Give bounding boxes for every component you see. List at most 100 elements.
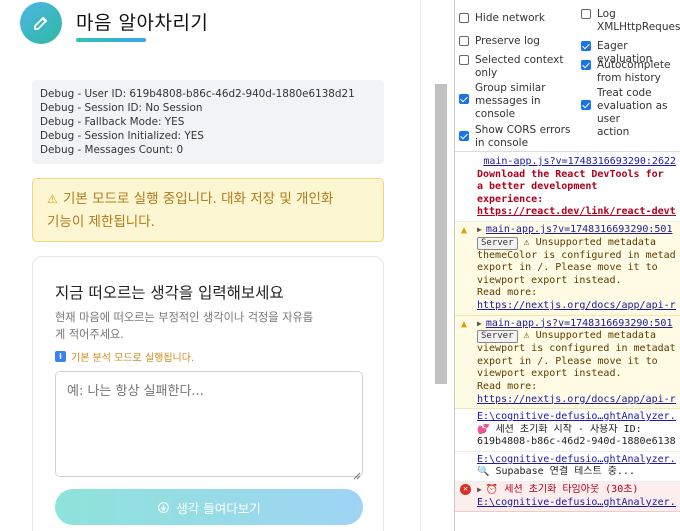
log-link[interactable]: https://nextjs.org/docs/app/api-referenc… [477, 394, 676, 407]
checkbox-checked[interactable] [581, 41, 591, 51]
debug-panel: Debug - User ID: 619b4808-b86c-46d2-940d… [32, 80, 384, 164]
card-description-line: 게 적어주세요. [55, 328, 124, 341]
warning-text-1: 기본 모드로 실행 중입니다. 대화 저장 및 개인화 [63, 191, 334, 207]
compass-icon [157, 501, 170, 514]
option-show-cors[interactable]: Show CORS errors in console [459, 124, 570, 150]
checkbox-checked[interactable] [581, 60, 591, 70]
log-text: Download the React DevTools for [477, 168, 664, 180]
analysis-mode-text: 기본 분석 모드로 실행됩니다. [71, 353, 195, 364]
console-log: main-app.js?v=1748316693290:2622 Downloa… [455, 152, 680, 513]
log-source-link[interactable]: main-app.js?v=1748316693290:2622 [477, 156, 676, 169]
option-label: only [475, 67, 498, 79]
log-source-link[interactable]: main-app.js?v=1748316693290:501 [486, 318, 673, 329]
analysis-mode-note: i 기본 분석 모드로 실행됩니다. [55, 349, 194, 364]
log-text: ⏰ 세션 초기화 타임아웃 (30초) [485, 484, 639, 496]
log-entry-error: ✕ ▶ ⏰ 세션 초기화 타임아웃 (30초) E:\cognitive-defu… [455, 482, 680, 513]
warning-icon: ▲ [461, 318, 468, 330]
option-label: evaluation as user [597, 100, 668, 125]
log-source-link[interactable]: main-app.js?v=1748316693290:501 [486, 224, 673, 235]
expand-triangle-icon[interactable]: ▶ [477, 319, 482, 328]
option-selected-context[interactable]: Selected context only [459, 54, 563, 80]
screen: 마음 알아차리기 Debug - User ID: 619b4808-b86c-… [0, 0, 680, 531]
info-icon: i [55, 351, 66, 362]
option-label: Autocomplete [597, 59, 671, 71]
error-icon: ✕ [460, 484, 471, 496]
log-source-link[interactable]: E:\cognitive-defusio…ghtAnalyzer.tsx:58 [477, 411, 676, 424]
option-hide-network[interactable]: Hide network [459, 12, 545, 25]
log-entry-warning: ▲ ▶ main-app.js?v=1748316693290:501 Serve… [455, 221, 680, 316]
checkbox[interactable] [581, 9, 591, 19]
log-text: viewport export instead. [477, 368, 622, 380]
log-link[interactable]: https://nextjs.org/docs/app/api-referenc… [477, 300, 676, 313]
option-label: from history [597, 72, 661, 84]
card-description: 현재 마음에 떠오르는 부정적인 생각이나 걱정을 자유롭 게 적어주세요. [55, 309, 373, 343]
option-label: Log [597, 8, 616, 20]
log-entry: main-app.js?v=1748316693290:2622 Downloa… [455, 152, 680, 222]
expand-triangle-icon[interactable]: ▶ [477, 225, 482, 234]
warning-text-2: 기능이 제한됩니다. [47, 214, 155, 230]
option-label: in console [475, 137, 529, 149]
option-group-similar[interactable]: Group similar messages in console [459, 82, 546, 121]
log-text: viewport is configured in metadata [477, 343, 676, 355]
warning-icon: ▲ [461, 224, 468, 236]
resize-handle-icon[interactable] [351, 465, 361, 480]
checkbox-checked[interactable] [581, 100, 591, 110]
expand-triangle-icon[interactable]: ▶ [477, 485, 482, 494]
server-badge: Server [477, 236, 518, 250]
log-entry-warning: ▲ ▶ main-app.js?v=1748316693290:501 Serve… [455, 315, 680, 410]
checkbox-checked[interactable] [459, 94, 469, 104]
log-entry: E:\cognitive-defusio…ghtAnalyzer.tsx:58 … [455, 409, 680, 452]
option-label: console [475, 108, 516, 120]
log-text: ⚠ Unsupported metadata [523, 330, 656, 342]
debug-line: Debug - Session Initialized: YES [40, 130, 204, 142]
option-label: Treat code [597, 87, 652, 99]
log-entry: E:\cognitive-defusio…ghtAnalyzer.tsx:74 … [455, 452, 680, 483]
submit-thought-button[interactable]: 생각 들여다보기 [55, 489, 363, 525]
page-title: 마음 알아차리기 [76, 12, 209, 34]
option-log-xhr[interactable]: LogXMLHttpRequests [581, 8, 680, 34]
app-logo [20, 2, 62, 44]
log-text: 🔍 Supabase 연결 테스트 중... [477, 466, 635, 478]
log-text: 💕 세션 초기화 시작 - 사용자 ID: [477, 423, 642, 435]
option-label: Selected context [475, 54, 564, 66]
option-autocomplete[interactable]: Autocomplete from history [581, 59, 670, 85]
log-link[interactable]: https://react.dev/link/react-devtools [477, 206, 676, 219]
warning-icon: ⚠ [47, 192, 58, 206]
devtools-console: Hide network LogXMLHttpRequests Preserve… [454, 0, 680, 531]
card-description-line: 현재 마음에 떠오르는 부정적인 생각이나 걱정을 자유롭 [55, 311, 314, 324]
debug-line: Debug - Fallback Mode: YES [40, 116, 185, 128]
scrollbar-thumb[interactable] [435, 84, 447, 384]
option-preserve-log[interactable]: Preserve log [459, 35, 540, 48]
log-text: export in /. Please move it to [477, 262, 658, 274]
server-badge: Server [477, 330, 518, 344]
app-panel: 마음 알아차리기 Debug - User ID: 619b4808-b86c-… [0, 0, 420, 531]
option-label: Show CORS errors [475, 124, 571, 136]
option-label: messages in [475, 95, 541, 107]
log-text: Read more: [477, 380, 538, 392]
debug-line: Debug - User ID: 619b4808-b86c-46d2-940d… [40, 88, 355, 100]
option-label: Hide network [475, 12, 545, 24]
log-text: export in /. Please move it to [477, 355, 658, 367]
edit-icon [32, 14, 50, 32]
thought-textarea[interactable] [55, 371, 363, 477]
log-text: a better development [477, 181, 598, 193]
checkbox[interactable] [459, 55, 469, 65]
log-source-link[interactable]: E:\cognitive-defusio…ghtAnalyzer.tsx:74 [477, 454, 676, 467]
log-source-link[interactable]: E:\cognitive-defusio…ghtAnalyzer.tsx:86 [477, 497, 676, 510]
card-title: 지금 떠오르는 생각을 입력해보세요 [55, 284, 284, 302]
title-underline [76, 38, 146, 42]
option-treat-code[interactable]: Treat code evaluation as user action [581, 87, 680, 139]
option-label: action [597, 126, 630, 138]
checkbox-checked[interactable] [459, 131, 469, 141]
option-label: Group similar [475, 82, 546, 94]
submit-label: 생각 들여다보기 [176, 500, 261, 516]
log-text: Read more: [477, 287, 538, 299]
console-settings: Hide network LogXMLHttpRequests Preserve… [455, 0, 680, 152]
thought-input-card: 지금 떠오르는 생각을 입력해보세요 현재 마음에 떠오르는 부정적인 생각이나… [32, 256, 384, 531]
option-label: Preserve log [475, 35, 540, 47]
log-text: ⚠ Unsupported metadata [523, 236, 656, 248]
log-text: 619b4808-b86c-46d2-940d-1880e6138d21 [477, 436, 676, 448]
checkbox[interactable] [459, 36, 469, 46]
log-text: experience: [477, 193, 544, 205]
checkbox[interactable] [459, 13, 469, 23]
